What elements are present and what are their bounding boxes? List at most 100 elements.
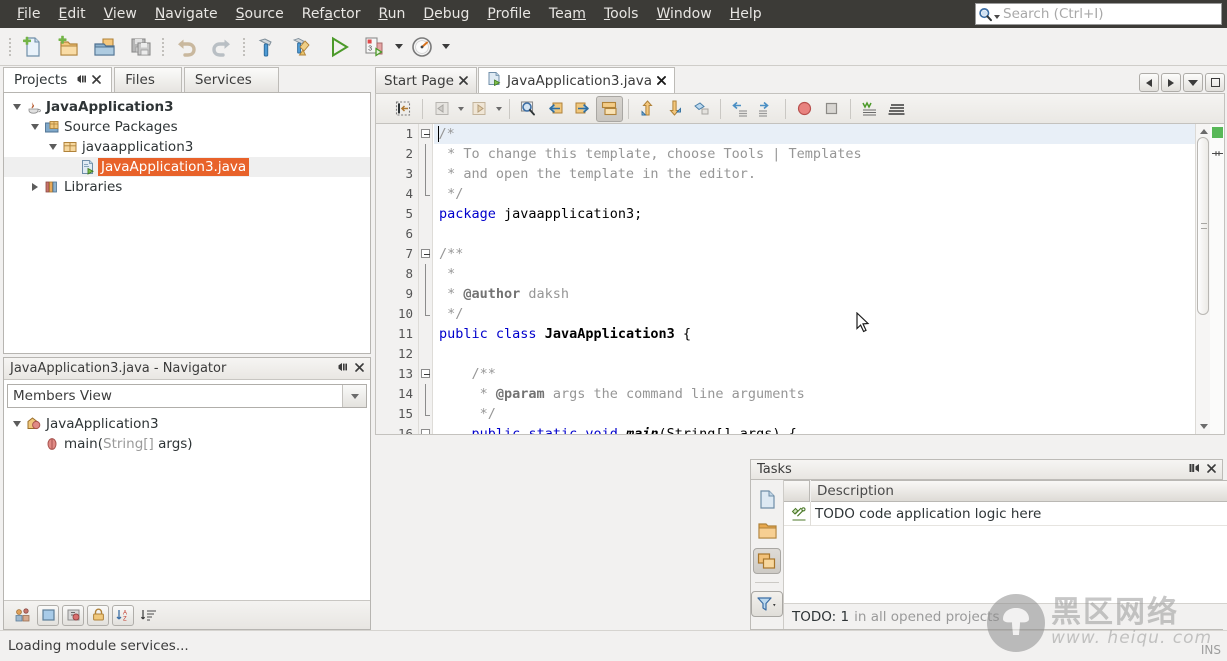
maximize-window-button[interactable] [1205,73,1225,92]
fields-icon[interactable] [37,604,59,626]
debug-dropdown-arrow[interactable] [393,30,404,64]
minimize-icon[interactable] [1189,462,1200,477]
tasks-table-header[interactable]: DescriptionFileLocation [784,480,1227,502]
float-icon[interactable] [76,72,88,88]
scroll-tabs-right-button[interactable] [1161,73,1181,92]
fold-marker[interactable] [419,364,432,384]
profile-dropdown-arrow[interactable] [440,30,451,64]
forward-button[interactable] [466,96,493,122]
fold-marker[interactable] [419,424,432,434]
toggle-highlight-search-button[interactable] [596,95,623,122]
editor-tab-start-page[interactable]: Start Page [375,67,477,93]
back-dropdown-arrow[interactable] [455,106,466,111]
code-line[interactable]: */ [434,184,1198,204]
toggle-breakpoint-button[interactable] [791,96,818,122]
opened-files-scope-button[interactable] [753,517,781,543]
tree-item-javaapplication3-java[interactable]: JavaApplication3.java [4,157,370,177]
back-button[interactable] [428,96,455,122]
sort-source-icon[interactable] [137,605,159,626]
code-line[interactable] [434,224,1198,244]
next-bookmark-button[interactable] [661,96,688,122]
menu-item-profile[interactable]: Profile [478,3,540,25]
editor-vertical-scrollbar[interactable] [1195,124,1210,434]
menu-item-window[interactable]: Window [647,3,720,25]
editor-annotation-column[interactable] [1210,124,1224,434]
code-line[interactable]: package javaapplication3; [434,204,1198,224]
search-box[interactable]: Search (Ctrl+I) [975,3,1222,25]
expander-collapse-icon[interactable] [10,421,24,427]
close-icon[interactable] [657,73,667,89]
lock-icon[interactable] [87,604,109,626]
sort-alpha-icon[interactable]: A Z [112,604,134,626]
toggle-bookmark-button[interactable] [688,96,715,122]
tab-list-dropdown-button[interactable] [1183,73,1203,92]
new-project-button[interactable] [51,30,87,64]
code-line[interactable]: * and open the template in the editor. [434,164,1198,184]
all-projects-scope-button[interactable] [753,548,781,574]
project-tree[interactable]: JavaApplication3 Source Packages javaappli… [4,93,370,197]
code-editor[interactable]: 123456789101112131415161718 /* * To chan… [375,124,1225,435]
forward-dropdown-arrow[interactable] [493,106,504,111]
tab-projects[interactable]: Projects [3,67,113,92]
tree-item-libraries[interactable]: Libraries [4,177,370,197]
code-line[interactable]: /** [434,364,1198,384]
menu-item-help[interactable]: Help [721,3,771,25]
navigator-view-selector[interactable]: Members View [7,384,367,408]
tasks-table-body[interactable]: TODO code application logic hereJavaAppl… [784,501,1227,603]
shift-line-left-button[interactable] [726,96,753,122]
menu-item-source[interactable]: Source [227,3,293,25]
save-all-button[interactable] [123,30,159,64]
toggle-comment-button[interactable] [856,96,883,122]
tasks-column-icon[interactable] [784,480,810,502]
find-selection-button[interactable] [515,96,542,122]
scroll-up-arrow-icon[interactable] [1198,126,1209,137]
menu-item-team[interactable]: Team [540,3,595,25]
menu-item-tools[interactable]: Tools [595,3,648,25]
code-line[interactable]: public static void main(String[] args) { [434,424,1198,434]
toolbar-grip[interactable] [6,30,15,64]
tab-services[interactable]: Services [183,67,279,92]
expander-collapse-icon[interactable] [46,144,60,150]
editor-fold-column[interactable] [419,124,433,434]
filter-button[interactable] [751,591,783,617]
clean-build-button[interactable] [285,30,321,64]
code-line[interactable]: public class JavaApplication3 { [434,324,1198,344]
code-line[interactable]: /* [434,124,1198,144]
menu-item-file[interactable]: File [8,3,49,25]
navigator-item-main-[interactable]: main(String[] args) [4,434,370,454]
expander-expand-icon[interactable] [28,183,42,191]
code-line[interactable]: */ [434,404,1198,424]
last-edit-button[interactable] [883,96,910,122]
new-file-button[interactable] [15,30,51,64]
run-project-button[interactable] [321,30,357,64]
scroll-tabs-left-button[interactable] [1139,73,1159,92]
editor-code-content[interactable]: /* * To change this template, choose Too… [434,124,1198,434]
inherited-members-icon[interactable] [12,605,34,626]
stop-button[interactable] [818,96,845,122]
shift-line-right-button[interactable] [753,96,780,122]
code-line[interactable]: * @author daksh [434,284,1198,304]
navigator-tree[interactable]: JavaApplication3 main(String[] args) [4,412,370,454]
tasks-column-description[interactable]: Description [811,480,1227,502]
code-line[interactable] [434,344,1198,364]
code-line[interactable]: */ [434,304,1198,324]
redo-button[interactable] [204,30,240,64]
close-icon[interactable] [92,72,102,88]
menu-item-navigate[interactable]: Navigate [146,3,227,25]
menu-item-edit[interactable]: Edit [49,3,94,25]
build-project-button[interactable] [249,30,285,64]
current-file-scope-button[interactable] [753,486,781,512]
editor-tab-javaapplication3[interactable]: JavaApplication3.java [477,67,676,93]
toggle-rectangular-selection-button[interactable] [390,96,417,122]
menu-item-refactor[interactable]: Refactor [293,3,370,25]
navigator-item-javaapplication3[interactable]: JavaApplication3 [4,414,370,434]
chevron-down-icon[interactable] [342,385,366,407]
code-line[interactable]: * [434,264,1198,284]
find-previous-button[interactable] [542,96,569,122]
search-icon[interactable] [978,5,1000,23]
search-input-placeholder[interactable]: Search (Ctrl+I) [1000,6,1104,22]
table-row[interactable]: TODO code application logic hereJavaAppl… [784,501,1227,526]
fold-marker[interactable] [419,244,432,264]
scroll-down-arrow-icon[interactable] [1198,421,1209,432]
expander-collapse-icon[interactable] [28,124,42,130]
